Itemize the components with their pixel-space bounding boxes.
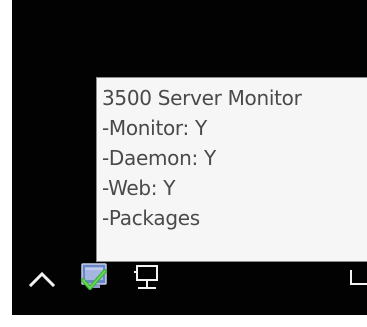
tooltip-monitor-status: -Monitor: Y xyxy=(102,116,207,140)
tooltip-title: 3500 Server Monitor xyxy=(102,86,302,110)
chevron-up-icon[interactable] xyxy=(26,264,58,294)
tray-tooltip: 3500 Server Monitor -Monitor: Y -Daemon:… xyxy=(96,77,367,262)
bottom-edge xyxy=(0,315,367,327)
tooltip-packages: -Packages xyxy=(102,206,200,230)
screen: 3500 Server Monitor -Monitor: Y -Daemon:… xyxy=(0,0,367,327)
network-icon[interactable] xyxy=(130,262,164,294)
server-monitor-app-icon[interactable] xyxy=(76,260,112,296)
tooltip-web-status: -Web: Y xyxy=(102,176,176,200)
tooltip-daemon-status: -Daemon: Y xyxy=(102,146,216,170)
partial-tray-icon[interactable] xyxy=(345,264,367,294)
